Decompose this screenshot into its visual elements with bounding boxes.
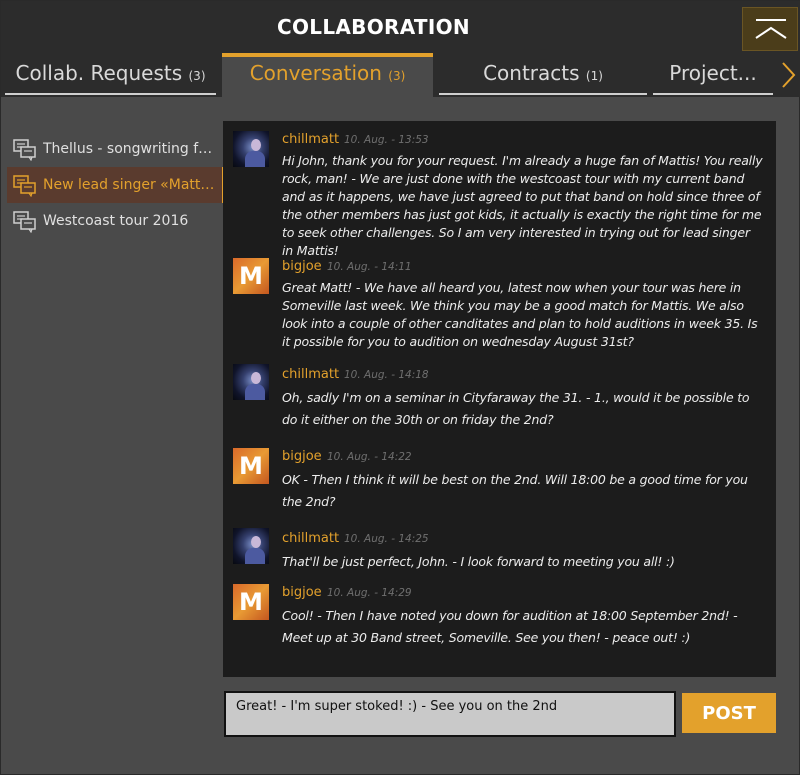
tab-bar: Collab. Requests (3) Conversation (3) Co… bbox=[1, 53, 800, 97]
avatar bbox=[233, 131, 269, 167]
panel-header: COLLABORATION bbox=[1, 1, 800, 53]
tab-divider bbox=[653, 93, 773, 95]
message-username[interactable]: bigjoe bbox=[282, 449, 322, 464]
tab-count: (3) bbox=[388, 69, 406, 83]
active-tab-indicator bbox=[222, 53, 433, 57]
conversation-item-active[interactable]: New lead singer «Mattis... bbox=[7, 167, 226, 203]
next-tab-button[interactable] bbox=[776, 53, 800, 97]
message-timestamp: 10. Aug. - 14:22 bbox=[327, 451, 412, 463]
message-text: That'll be just perfect, John. - I look … bbox=[282, 554, 675, 569]
post-button[interactable]: POST bbox=[682, 693, 776, 733]
message-username[interactable]: bigjoe bbox=[282, 585, 322, 600]
chevron-right-icon bbox=[782, 62, 796, 88]
tab-projects[interactable]: Project... bbox=[653, 53, 773, 97]
message-input[interactable]: Great! - I'm super stoked! :) - See you … bbox=[224, 691, 676, 737]
message-text: OK - Then I think it will be best on the… bbox=[282, 472, 748, 509]
conversation-title: Thellus - songwriting for ... bbox=[43, 141, 215, 157]
avatar-letter: M bbox=[239, 262, 263, 290]
message-username[interactable]: bigjoe bbox=[282, 259, 322, 274]
chat-bubbles-icon bbox=[13, 175, 36, 197]
tab-label: Project... bbox=[669, 61, 757, 85]
message-timestamp: 10. Aug. - 14:25 bbox=[344, 533, 429, 545]
message-username[interactable]: chillmatt bbox=[282, 531, 339, 546]
message-text: Hi John, thank you for your request. I'm… bbox=[282, 153, 763, 258]
message-text: Great Matt! - We have all heard you, lat… bbox=[282, 280, 758, 349]
tab-label: Conversation bbox=[249, 61, 382, 85]
tab-count: (1) bbox=[585, 69, 603, 83]
tab-conversation[interactable]: Conversation (3) bbox=[222, 53, 433, 97]
conversation-list: Thellus - songwriting for ... New lead s… bbox=[7, 121, 226, 239]
message-thread[interactable]: chillmatt 10. Aug. - 13:53 Hi John, than… bbox=[223, 121, 776, 677]
conversation-title: New lead singer «Mattis... bbox=[43, 177, 215, 193]
message-username[interactable]: chillmatt bbox=[282, 132, 339, 147]
message-timestamp: 10. Aug. - 14:29 bbox=[327, 587, 412, 599]
page-title: COLLABORATION bbox=[277, 15, 470, 39]
tab-divider bbox=[5, 93, 216, 95]
avatar-letter: M bbox=[239, 452, 263, 480]
tab-count: (3) bbox=[188, 69, 206, 83]
message-timestamp: 10. Aug. - 13:53 bbox=[344, 134, 429, 146]
collapse-button[interactable] bbox=[742, 7, 798, 51]
chat-bubbles-icon bbox=[13, 139, 36, 161]
message-text: Oh, sadly I'm on a seminar in Cityfarawa… bbox=[282, 390, 750, 427]
message-text: Cool! - Then I have noted you down for a… bbox=[282, 608, 738, 645]
message-timestamp: 10. Aug. - 14:18 bbox=[344, 369, 429, 381]
avatar: M bbox=[233, 584, 269, 620]
avatar-letter: M bbox=[239, 588, 263, 616]
tab-contracts[interactable]: Contracts (1) bbox=[439, 53, 647, 97]
message-timestamp: 10. Aug. - 14:11 bbox=[327, 261, 412, 273]
collaboration-panel: COLLABORATION Collab. Requests (3) Conve… bbox=[0, 0, 800, 775]
conversation-item[interactable]: Westcoast tour 2016 bbox=[7, 203, 222, 239]
avatar: M bbox=[233, 448, 269, 484]
tab-label: Collab. Requests bbox=[15, 61, 183, 85]
tab-collab-requests[interactable]: Collab. Requests (3) bbox=[5, 53, 216, 97]
conversation-title: Westcoast tour 2016 bbox=[43, 213, 189, 229]
message-username[interactable]: chillmatt bbox=[282, 367, 339, 382]
avatar bbox=[233, 364, 269, 400]
tab-label: Contracts bbox=[483, 61, 580, 85]
tab-divider bbox=[439, 93, 647, 95]
avatar: M bbox=[233, 258, 269, 294]
conversation-item[interactable]: Thellus - songwriting for ... bbox=[7, 131, 222, 167]
avatar bbox=[233, 528, 269, 564]
chevron-up-icon bbox=[755, 19, 787, 39]
chat-bubbles-icon bbox=[13, 211, 36, 233]
